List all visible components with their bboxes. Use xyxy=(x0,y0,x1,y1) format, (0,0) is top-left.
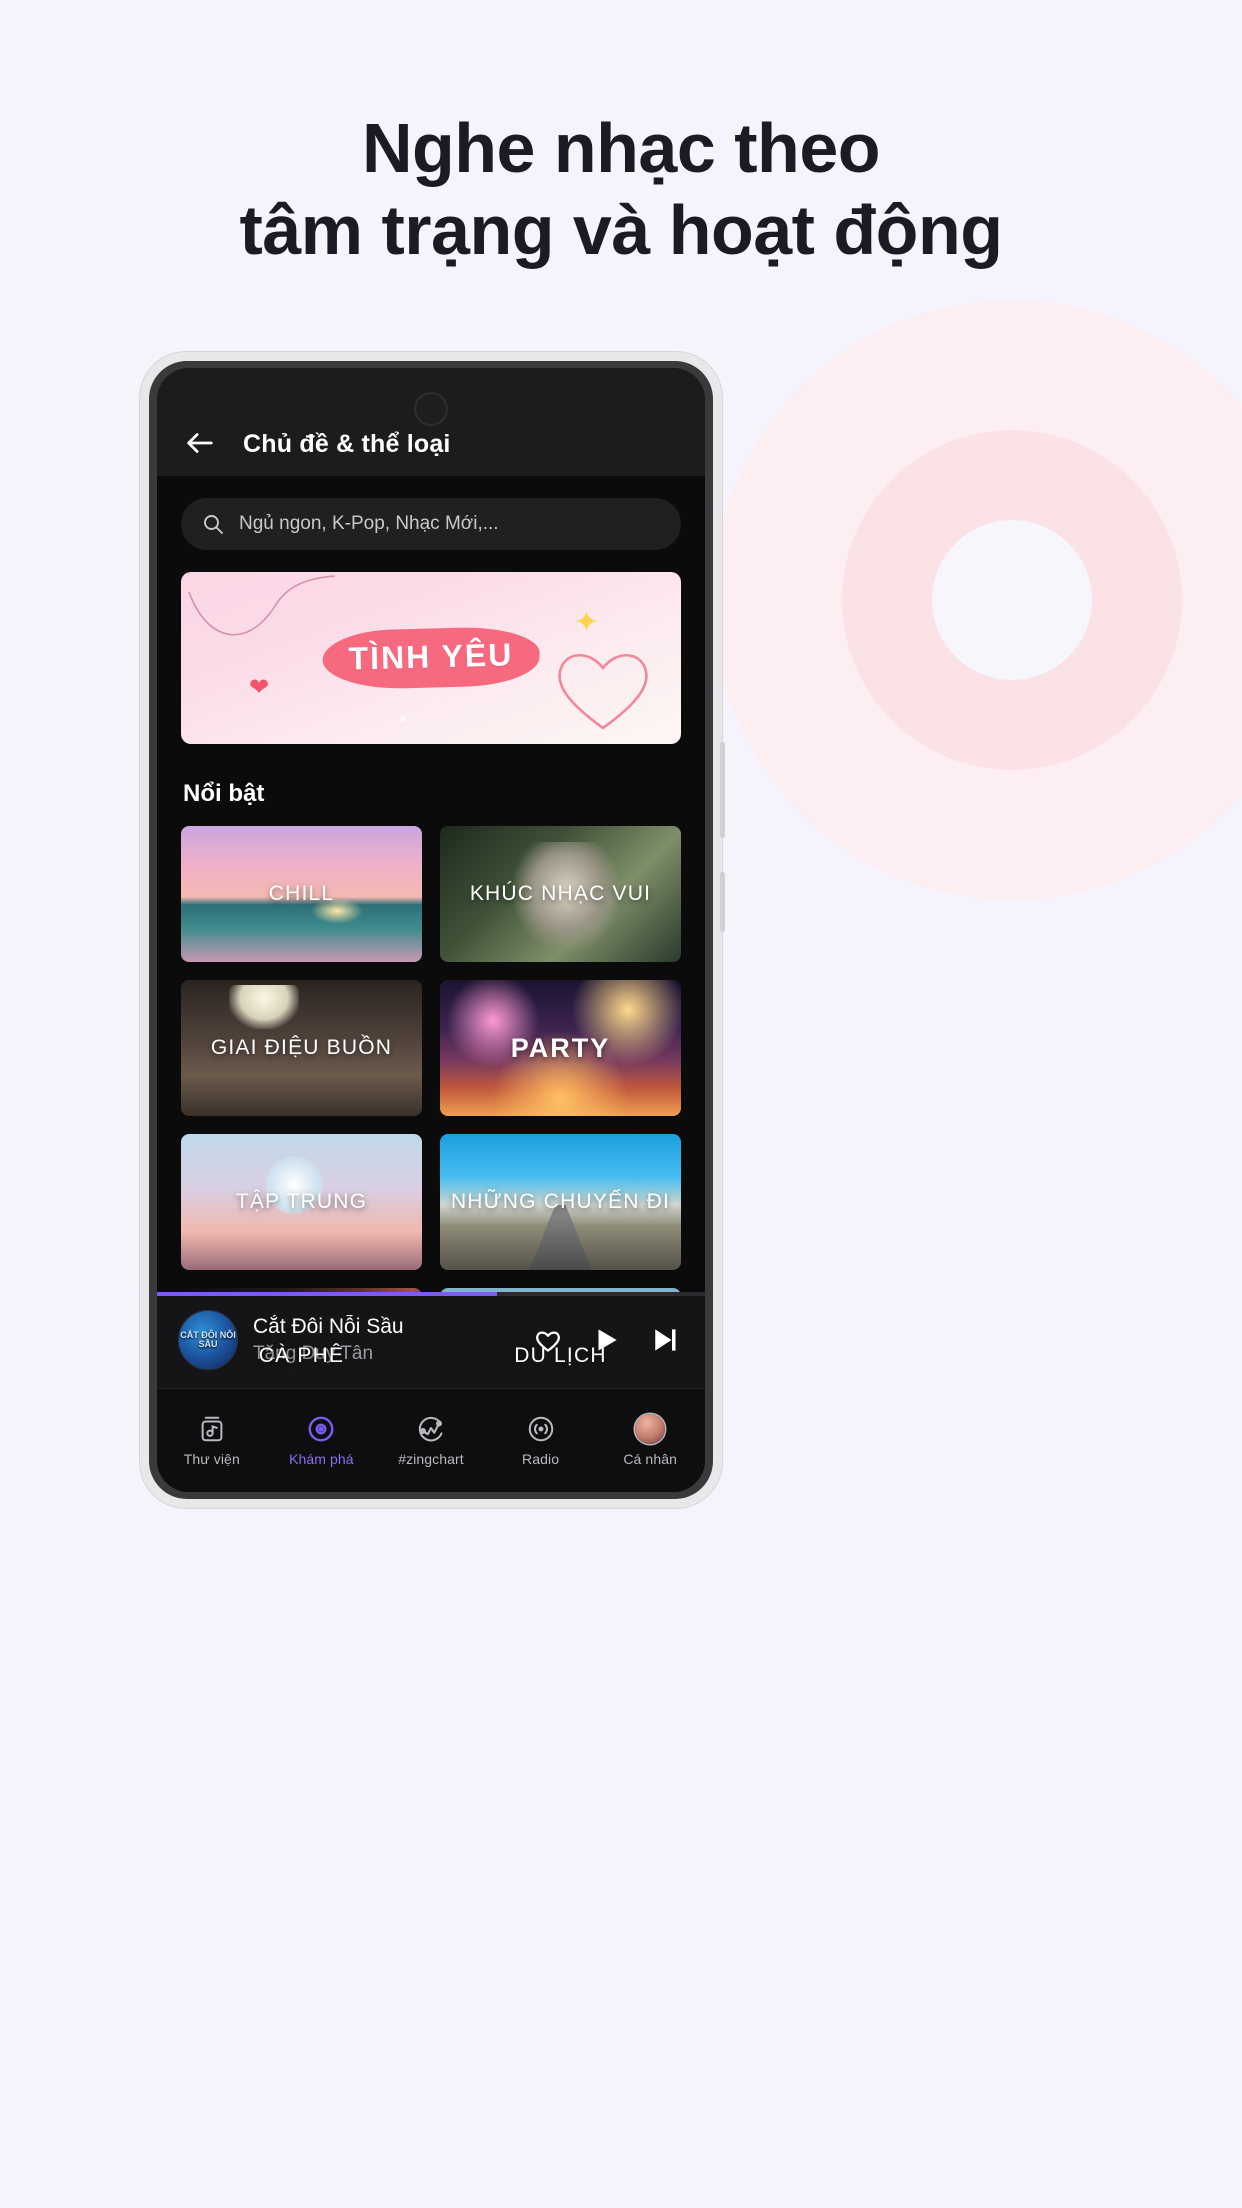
tab-radio[interactable]: Radio xyxy=(486,1389,596,1492)
album-cover-text: CẮT ĐÔI NỖI SẦU xyxy=(180,1329,236,1349)
heart-outline-decoration xyxy=(558,653,648,730)
tab-label: Thư viện xyxy=(183,1451,240,1467)
phone-bezel: Chủ đề & thể loại Ngủ ngon, K-Pop, Nhạc … xyxy=(149,361,713,1499)
category-card[interactable]: PARTY xyxy=(440,980,681,1116)
category-card-label: TẬP TRUNG xyxy=(235,1190,368,1213)
playback-progress-bar[interactable] xyxy=(157,1292,705,1296)
category-card-label: NHỮNG CHUYẾN ĐI xyxy=(450,1190,671,1213)
phone-screen: Chủ đề & thể loại Ngủ ngon, K-Pop, Nhạc … xyxy=(157,368,705,1492)
category-card[interactable]: TẬP TRUNG xyxy=(181,1134,422,1270)
tab-kham-pha[interactable]: Khám phá xyxy=(267,1389,377,1492)
category-card-label: DU LỊCH xyxy=(514,1344,607,1367)
tab-label: Cá nhân xyxy=(623,1451,677,1467)
track-title: Cắt Đôi Nỗi Sầu xyxy=(253,1315,404,1338)
tab-label: Khám phá xyxy=(289,1451,354,1467)
category-card[interactable]: NHỮNG CHUYẾN ĐI xyxy=(440,1134,681,1270)
phone-mockup: Chủ đề & thể loại Ngủ ngon, K-Pop, Nhạc … xyxy=(140,352,725,1508)
section-title-noi-bat: Nổi bật xyxy=(183,780,265,807)
hero-banner-tinh-yeu[interactable]: ❤ ✦ TÌNH YÊU xyxy=(181,572,681,744)
search-placeholder: Ngủ ngon, K-Pop, Nhạc Mới,... xyxy=(239,513,499,534)
category-card-label: PARTY xyxy=(510,1032,611,1063)
search-input[interactable]: Ngủ ngon, K-Pop, Nhạc Mới,... xyxy=(181,498,681,550)
category-card-label: CHILL xyxy=(268,882,335,905)
background-disc-inner xyxy=(932,520,1092,680)
promo-headline-line2: tâm trạng và hoạt động xyxy=(239,190,1003,269)
hero-banner-label: TÌNH YÊU xyxy=(321,625,541,691)
volume-button[interactable] xyxy=(720,742,725,838)
tab-label: Radio xyxy=(522,1451,560,1467)
front-camera xyxy=(414,392,448,426)
tab-thu-vien[interactable]: Thư viện xyxy=(157,1389,267,1492)
category-card-label: CÀ PHÊ xyxy=(258,1344,345,1367)
category-card-label: KHÚC NHẠC VUI xyxy=(469,882,652,905)
mini-player[interactable]: CẮT ĐÔI NỖI SẦU Cắt Đôi Nỗi Sầu Tăng Duy… xyxy=(157,1292,705,1388)
heart-icon: ❤ xyxy=(249,674,270,701)
screen-content: Ngủ ngon, K-Pop, Nhạc Mới,... ❤ ✦ TÌNH Y… xyxy=(157,476,705,1492)
search-icon xyxy=(201,512,225,536)
decorative-swirl xyxy=(188,575,336,636)
promo-headline: Nghe nhạc theo tâm trạng và hoạt động xyxy=(0,108,1242,272)
radio-waves-icon xyxy=(526,1414,556,1444)
tab-label: #zingchart xyxy=(398,1451,464,1467)
sparkle-icon: ✦ xyxy=(573,606,599,639)
bottom-tab-bar: Thư viện Khám phá #zingchart Radio Cá nh… xyxy=(157,1388,705,1492)
library-music-icon xyxy=(197,1414,227,1444)
tab-zingchart[interactable]: #zingchart xyxy=(376,1389,486,1492)
category-card[interactable]: KHÚC NHẠC VUI xyxy=(440,826,681,962)
avatar-icon xyxy=(635,1414,666,1444)
category-card[interactable]: GIAI ĐIỆU BUỒN xyxy=(181,980,422,1116)
playback-progress-fill xyxy=(157,1292,497,1296)
chart-circle-icon xyxy=(416,1414,446,1444)
category-card[interactable]: CHILL xyxy=(181,826,422,962)
decorative-dot xyxy=(399,715,406,722)
power-button[interactable] xyxy=(720,872,725,932)
tab-ca-nhan[interactable]: Cá nhân xyxy=(595,1389,705,1492)
category-card-label: GIAI ĐIỆU BUỒN xyxy=(210,1036,393,1059)
discover-disc-icon xyxy=(306,1414,336,1444)
promo-headline-line1: Nghe nhạc theo xyxy=(361,109,881,187)
skip-next-icon[interactable] xyxy=(649,1325,679,1355)
album-cover[interactable]: CẮT ĐÔI NỖI SẦU xyxy=(179,1311,237,1369)
page-title: Chủ đề & thể loại xyxy=(243,430,451,458)
arrow-left-icon[interactable] xyxy=(183,426,217,460)
